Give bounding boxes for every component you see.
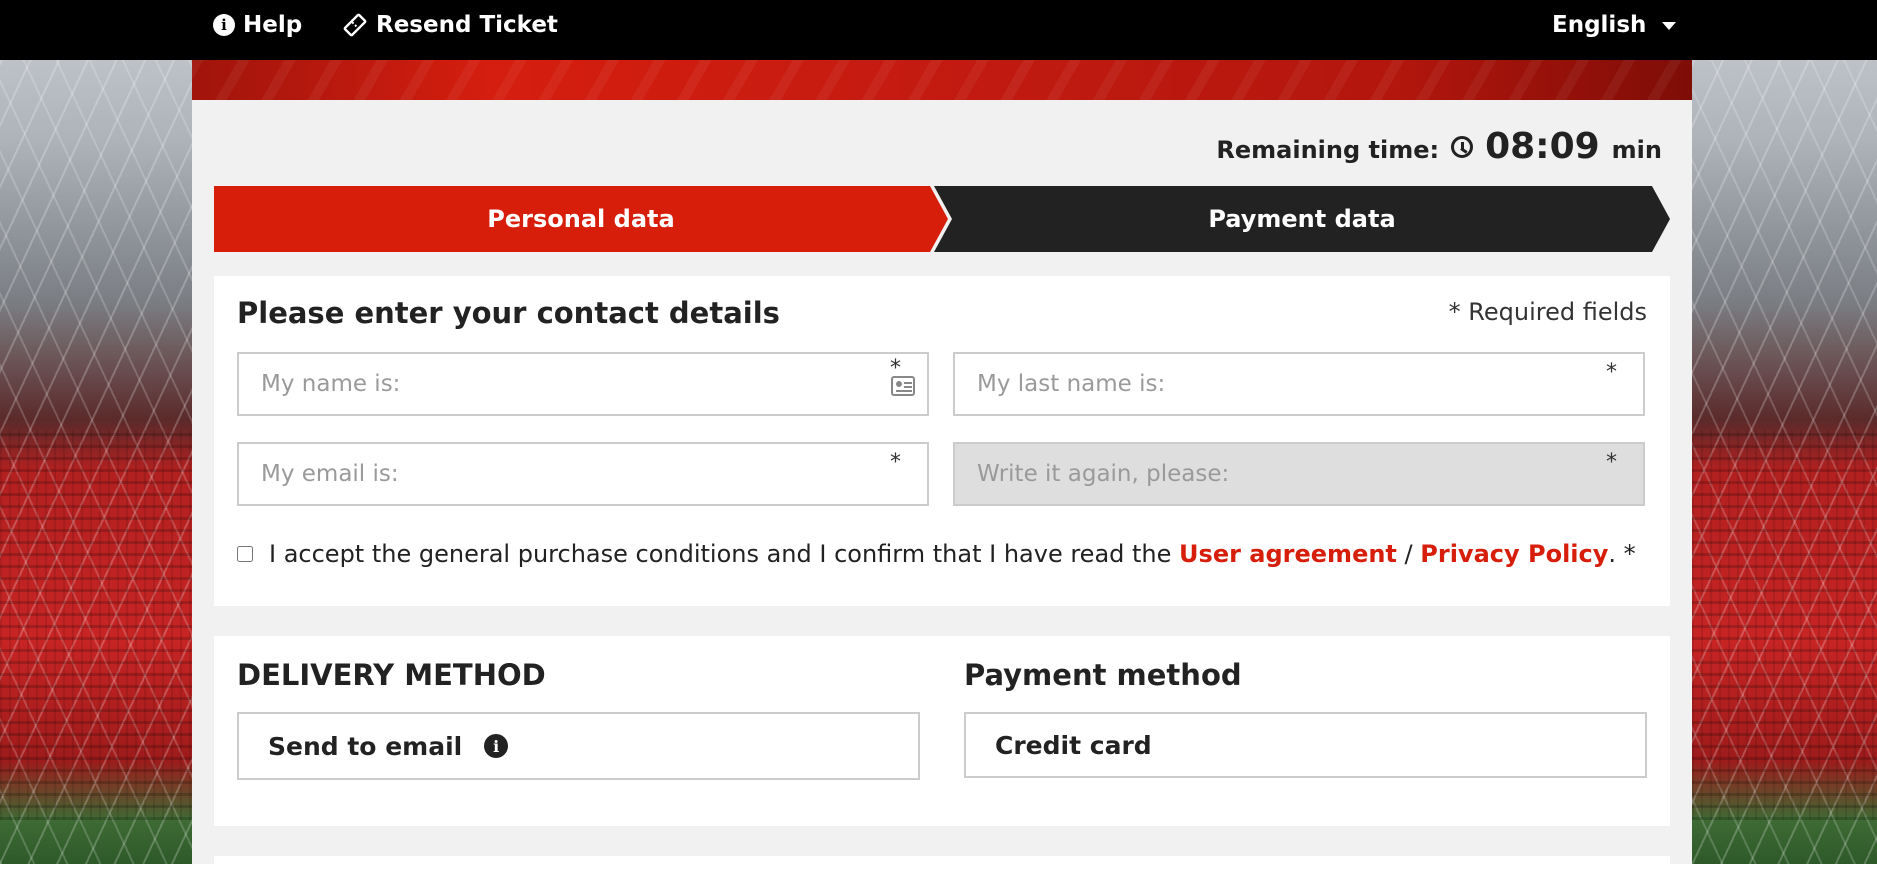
last-name-input[interactable] <box>955 354 1643 414</box>
user-agreement-link[interactable]: User agreement <box>1179 540 1397 568</box>
caret-down-icon <box>1662 22 1677 30</box>
first-name-field: * <box>237 352 929 416</box>
timer-unit: min <box>1611 135 1662 164</box>
header-banner <box>192 60 1692 100</box>
contact-title: Please enter your contact details <box>237 296 780 330</box>
step-personal-data: Personal data <box>214 186 948 252</box>
required-star: * <box>1606 360 1617 385</box>
help-label: Help <box>243 12 303 38</box>
terms-checkbox[interactable] <box>237 546 253 562</box>
resend-ticket-label: Resend Ticket <box>376 12 558 38</box>
next-card <box>214 856 1670 876</box>
id-card-icon <box>891 376 915 396</box>
terms-text: I accept the general purchase conditions… <box>269 540 1172 568</box>
required-star: * <box>1606 450 1617 475</box>
terms-row: I accept the general purchase conditions… <box>237 540 1636 568</box>
payment-option-label: Credit card <box>995 730 1152 760</box>
delivery-option-label: Send to email <box>268 731 463 761</box>
email-field: * <box>237 442 929 506</box>
payment-option-credit-card[interactable]: Credit card <box>964 712 1647 778</box>
step-payment-data: Payment data <box>934 186 1670 252</box>
info-icon[interactable]: i <box>484 734 509 758</box>
language-selector[interactable]: English <box>1552 10 1677 40</box>
delivery-option-email[interactable]: Send to email i <box>237 712 920 780</box>
contact-details-card: Please enter your contact details * Requ… <box>214 276 1670 606</box>
confirm-email-input[interactable] <box>955 444 1643 504</box>
checkout-steps: Payment data Personal data <box>214 186 1670 252</box>
terms-end: . * <box>1608 540 1636 568</box>
payment-method-title: Payment method <box>964 658 1242 692</box>
delivery-method-title: DELIVERY METHOD <box>237 658 546 692</box>
help-link[interactable]: i Help <box>213 10 302 40</box>
timer-value: 08:09 <box>1485 126 1600 167</box>
language-label: English <box>1552 12 1647 38</box>
timer-label: Remaining time: <box>1216 135 1440 164</box>
first-name-input[interactable] <box>239 354 927 414</box>
terms-separator: / <box>1404 540 1413 568</box>
last-name-field: * <box>953 352 1645 416</box>
clock-icon <box>1451 135 1474 158</box>
required-fields-note: * Required fields <box>1448 298 1647 326</box>
ticket-icon <box>343 13 367 37</box>
resend-ticket-link[interactable]: Resend Ticket <box>342 10 558 40</box>
required-star: * <box>890 450 901 475</box>
info-icon: i <box>213 14 235 36</box>
delivery-payment-card: DELIVERY METHOD Payment method Send to e… <box>214 636 1670 826</box>
remaining-time: Remaining time: 08:09 min <box>1216 126 1662 167</box>
top-bar: i Help Resend Ticket English <box>0 0 1877 60</box>
privacy-policy-link[interactable]: Privacy Policy <box>1420 540 1608 568</box>
email-input[interactable] <box>239 444 927 504</box>
confirm-email-field: * <box>953 442 1645 506</box>
checkout-panel: Remaining time: 08:09 min Payment data P… <box>192 60 1692 876</box>
